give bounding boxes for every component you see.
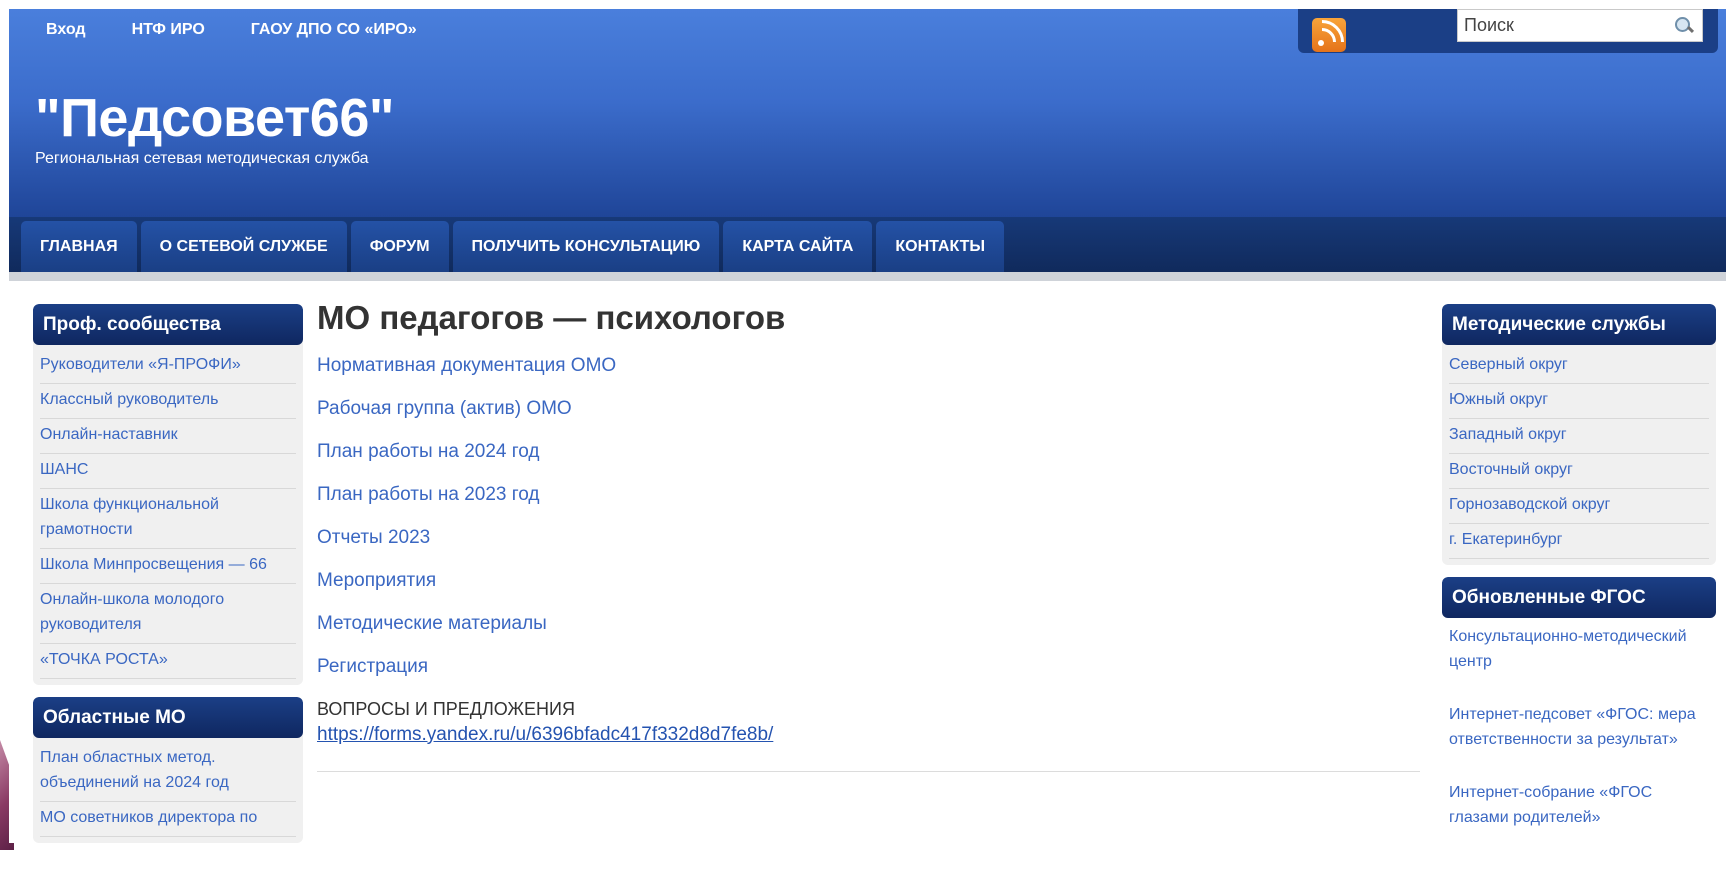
top-link-gaou-dpo[interactable]: ГАОУ ДПО СО «ИРО»	[251, 21, 417, 39]
sidebar-link[interactable]: План областных метод. объединений на 202…	[40, 742, 296, 802]
sidebar-link[interactable]: Классный руководитель	[40, 384, 296, 419]
widget-title: Проф. сообщества	[33, 304, 303, 345]
page: Вход НТФ ИРО ГАОУ ДПО СО «ИРО» "Педсовет…	[9, 9, 1726, 862]
right-sidebar: Методические службы Северный округ Южный…	[1442, 304, 1716, 874]
widget-prof-communities: Проф. сообщества Руководители «Я-ПРОФИ» …	[33, 304, 303, 685]
nav-about[interactable]: О СЕТЕВОЙ СЛУЖБЕ	[140, 221, 347, 272]
sidebar-link[interactable]: ШАНС	[40, 454, 296, 489]
content-links: Нормативная документация ОМО Рабочая гру…	[317, 355, 1420, 699]
top-link-login[interactable]: Вход	[46, 21, 86, 39]
main-nav: ГЛАВНАЯ О СЕТЕВОЙ СЛУЖБЕ ФОРУМ ПОЛУЧИТЬ …	[9, 217, 1726, 272]
search-box	[1457, 9, 1703, 42]
content-link[interactable]: Нормативная документация ОМО	[317, 355, 1420, 398]
content-link[interactable]: План работы на 2023 год	[317, 484, 1420, 527]
questions-label: ВОПРОСЫ И ПРЕДЛОЖЕНИЯ	[317, 699, 575, 719]
sidebar-link[interactable]: Консультационно-методический центр	[1449, 622, 1709, 700]
sidebar-link[interactable]: МО советников директора по	[40, 802, 296, 837]
sidebar-link[interactable]: Горнозаводской округ	[1449, 489, 1709, 524]
sidebar-link[interactable]: Западный округ	[1449, 419, 1709, 454]
nav-contacts[interactable]: КОНТАКТЫ	[876, 221, 1005, 272]
magnifier-icon[interactable]	[1674, 16, 1695, 36]
nav-home[interactable]: ГЛАВНАЯ	[21, 221, 137, 272]
sidebar-link[interactable]: Онлайн-наставник	[40, 419, 296, 454]
sidebar-link[interactable]: г. Екатеринбург	[1449, 524, 1709, 559]
widget-title: Областные МО	[33, 697, 303, 738]
sidebar-link[interactable]: Онлайн-школа молодого руководителя	[40, 584, 296, 644]
nav-sitemap[interactable]: КАРТА САЙТА	[723, 221, 873, 272]
page-title: МО педагогов — психологов	[317, 299, 786, 336]
content-link[interactable]: План работы на 2024 год	[317, 441, 1420, 484]
nav-consultation[interactable]: ПОЛУЧИТЬ КОНСУЛЬТАЦИЮ	[452, 221, 720, 272]
sidebar-link[interactable]: Школа Минпросвещения — 66	[40, 549, 296, 584]
main-content: МО педагогов — психологов Нормативная до…	[317, 299, 1420, 772]
top-links: Вход НТФ ИРО ГАОУ ДПО СО «ИРО»	[46, 21, 417, 39]
sidebar-link[interactable]: Северный округ	[1449, 349, 1709, 384]
sidebar-link[interactable]: «ТОЧКА РОСТА»	[40, 644, 296, 679]
sidebar-link[interactable]: Школа функциональной грамотности	[40, 489, 296, 549]
content-link[interactable]: Регистрация	[317, 656, 1420, 699]
top-link-ntf-iro[interactable]: НТФ ИРО	[132, 21, 205, 39]
widget-updated-fgos: Обновленные ФГОС Консультационно-методич…	[1442, 577, 1716, 862]
sidebar-link[interactable]: Интернет-собрание «ФГОС глазами родителе…	[1449, 778, 1709, 856]
feedback-form-link[interactable]: https://forms.yandex.ru/u/6396bfadc417f3…	[317, 724, 773, 746]
widget-title: Методические службы	[1442, 304, 1716, 345]
content-divider	[317, 771, 1420, 772]
content-link[interactable]: Рабочая группа (актив) ОМО	[317, 398, 1420, 441]
nav-divider	[9, 272, 1726, 281]
widget-title: Обновленные ФГОС	[1442, 577, 1716, 618]
sidebar-link[interactable]: Интернет-педсовет «ФГОС: мера ответствен…	[1449, 700, 1709, 778]
site-header: Вход НТФ ИРО ГАОУ ДПО СО «ИРО» "Педсовет…	[9, 9, 1726, 217]
widget-method-services: Методические службы Северный округ Южный…	[1442, 304, 1716, 565]
sidebar-link[interactable]: Восточный округ	[1449, 454, 1709, 489]
content-link[interactable]: Методические материалы	[317, 613, 1420, 656]
site-tagline: Региональная сетевая методическая служба	[35, 150, 369, 167]
search-input[interactable]	[1458, 10, 1674, 41]
widget-regional-mo: Областные МО План областных метод. объед…	[33, 697, 303, 843]
sidebar-link[interactable]: Руководители «Я-ПРОФИ»	[40, 349, 296, 384]
content-link[interactable]: Отчеты 2023	[317, 527, 1420, 570]
sidebar-link[interactable]: Южный округ	[1449, 384, 1709, 419]
nav-forum[interactable]: ФОРУМ	[350, 221, 449, 272]
site-title[interactable]: "Педсовет66"	[35, 87, 394, 149]
content-link[interactable]: Мероприятия	[317, 570, 1420, 613]
rss-icon[interactable]	[1312, 18, 1346, 52]
left-sidebar: Проф. сообщества Руководители «Я-ПРОФИ» …	[33, 304, 303, 855]
